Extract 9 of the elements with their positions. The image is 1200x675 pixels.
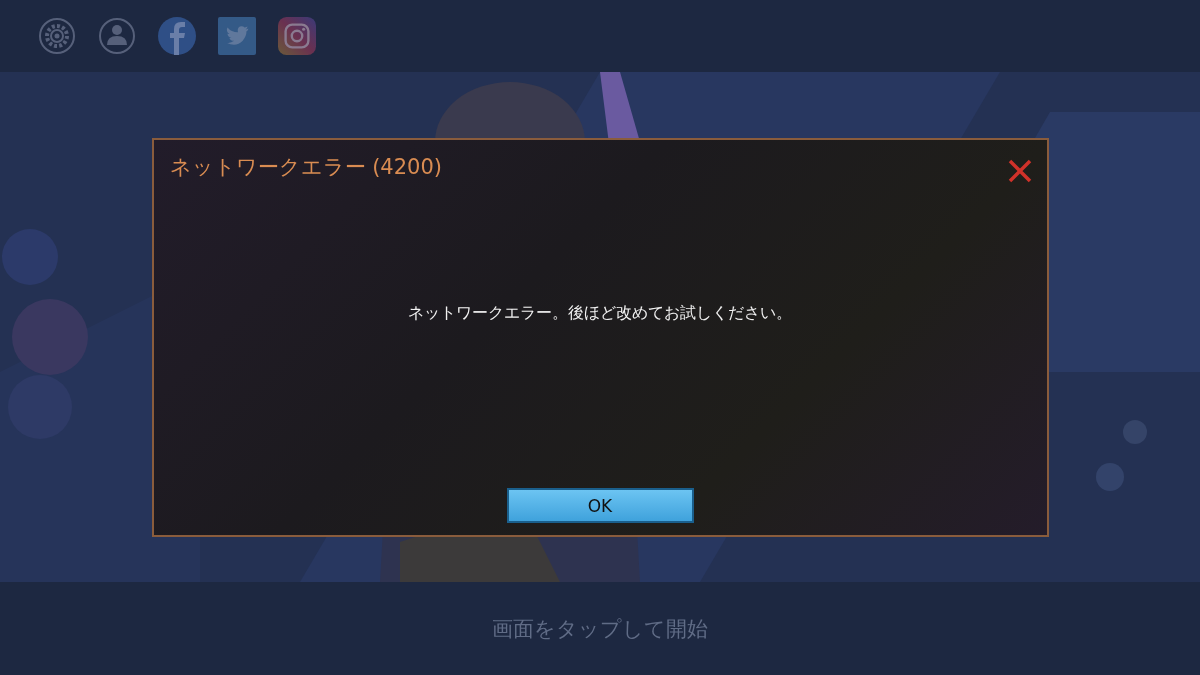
close-icon[interactable] (1006, 158, 1033, 184)
instagram-icon[interactable] (278, 17, 316, 55)
dialog-title: ネットワークエラー (4200) (169, 154, 442, 181)
tap-to-start-text: 画面をタップして開始 (492, 615, 708, 643)
error-message: ネットワークエラー。後ほど改めてお試しください。 (408, 302, 792, 324)
settings-icon[interactable] (38, 17, 76, 55)
ok-button[interactable]: OK (506, 488, 694, 523)
profile-icon[interactable] (98, 17, 136, 55)
facebook-icon[interactable] (158, 17, 196, 55)
